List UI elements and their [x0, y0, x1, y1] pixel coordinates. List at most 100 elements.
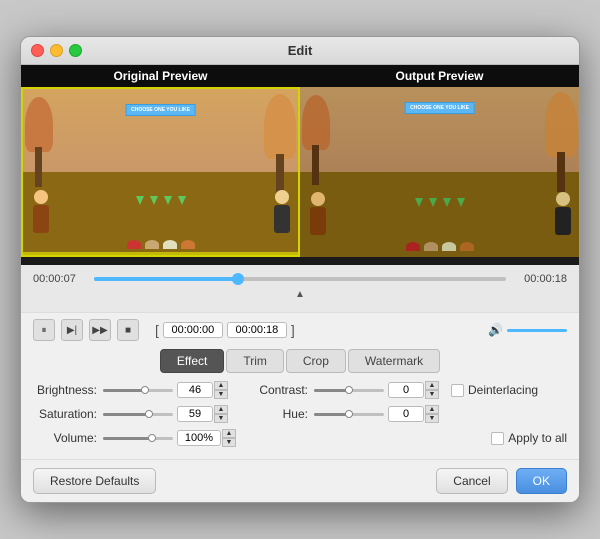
output-tree-right — [545, 92, 577, 192]
minimize-button[interactable] — [50, 44, 63, 57]
volume-up[interactable]: ▲ — [222, 429, 236, 438]
volume-row: Volume: ▲ ▼ Apply to all — [33, 429, 567, 447]
deinterlacing-label: Deinterlacing — [468, 383, 538, 397]
next-frame-button[interactable]: ▶| — [61, 319, 83, 341]
banner: CHOOSE ONE YOU LIKE — [125, 104, 196, 116]
deinterlacing-checkbox[interactable] — [451, 384, 464, 397]
output-preview-label: Output Preview — [300, 65, 579, 87]
timeline-fill — [94, 277, 238, 281]
start-time-label: 00:00:07 — [33, 273, 88, 285]
saturation-up[interactable]: ▲ — [214, 405, 228, 414]
output-scene: CHOOSE ONE YOU LIKE — [300, 87, 579, 257]
clip-start-input[interactable] — [163, 322, 223, 338]
bracket-close: ] — [291, 322, 295, 338]
saturation-label: Saturation: — [33, 407, 103, 421]
output-char-pilgrim — [555, 192, 571, 235]
tree-left — [25, 97, 53, 187]
volume-label: Volume: — [33, 431, 103, 445]
stop-button[interactable]: ■ — [117, 319, 139, 341]
contrast-stepper[interactable]: ▲ ▼ — [425, 381, 439, 399]
timeline-area: 00:00:07 00:00:18 ▲ — [21, 265, 579, 312]
clip-end-input[interactable] — [227, 322, 287, 338]
output-arrows — [415, 198, 465, 207]
brightness-value[interactable] — [177, 382, 213, 398]
arrows — [136, 196, 186, 205]
crop-indicator — [23, 252, 298, 255]
cancel-button[interactable]: Cancel — [436, 468, 507, 494]
maximize-button[interactable] — [69, 44, 82, 57]
contrast-down[interactable]: ▼ — [425, 390, 439, 399]
volume-value[interactable] — [177, 430, 221, 446]
volume-track-slider[interactable] — [103, 437, 173, 440]
saturation-value[interactable] — [177, 406, 213, 422]
bracket-open: [ — [155, 322, 159, 338]
original-preview-image: CHOOSE ONE YOU LIKE — [21, 87, 300, 257]
end-time-label: 00:00:18 — [512, 273, 567, 285]
volume-slider[interactable] — [507, 329, 567, 332]
playback-row: ⏸ ▶| ▶▶ ■ [ ] 🔊 — [33, 319, 567, 341]
brightness-down[interactable]: ▼ — [214, 390, 228, 399]
saturation-stepper[interactable]: ▲ ▼ — [214, 405, 228, 423]
hue-down[interactable]: ▼ — [425, 414, 439, 423]
triangle-marker: ▲ — [33, 289, 567, 300]
hue-slider[interactable] — [314, 413, 384, 416]
output-preview-image: CHOOSE ONE YOU LIKE — [300, 87, 579, 257]
output-char-native — [310, 192, 326, 235]
tab-watermark[interactable]: Watermark — [348, 349, 440, 373]
volume-icon: 🔊 — [488, 323, 503, 337]
time-display: [ ] — [155, 322, 295, 338]
contrast-label: Contrast: — [244, 383, 314, 397]
window-title: Edit — [288, 43, 313, 58]
original-preview-panel: Original Preview CHOOSE — [21, 65, 300, 265]
output-preview-panel: Output Preview CHOOSE ONE YOU LIKE — [300, 65, 579, 265]
original-scene: CHOOSE ONE YOU LIKE — [23, 89, 298, 255]
ok-button[interactable]: OK — [516, 468, 567, 494]
char-pilgrim — [274, 190, 290, 233]
contrast-value[interactable] — [388, 382, 424, 398]
contrast-slider[interactable] — [314, 389, 384, 392]
brightness-up[interactable]: ▲ — [214, 381, 228, 390]
tab-crop[interactable]: Crop — [286, 349, 346, 373]
hue-label: Hue: — [244, 407, 314, 421]
hue-value[interactable] — [388, 406, 424, 422]
controls-area: ⏸ ▶| ▶▶ ■ [ ] 🔊 Effect Trim Crop Waterma… — [21, 312, 579, 459]
edit-window: Edit Original Preview — [20, 36, 580, 503]
bottom-bar: Restore Defaults Cancel OK — [21, 459, 579, 502]
hue-stepper[interactable]: ▲ ▼ — [425, 405, 439, 423]
saturation-slider[interactable] — [103, 413, 173, 416]
window-controls — [31, 44, 82, 57]
timeline-thumb[interactable] — [232, 273, 244, 285]
volume-area: 🔊 — [488, 323, 567, 337]
brightness-label: Brightness: — [33, 383, 103, 397]
output-banner: CHOOSE ONE YOU LIKE — [404, 102, 475, 114]
hue-up[interactable]: ▲ — [425, 405, 439, 414]
volume-stepper[interactable]: ▲ ▼ — [222, 429, 236, 447]
contrast-up[interactable]: ▲ — [425, 381, 439, 390]
tab-trim[interactable]: Trim — [226, 349, 284, 373]
saturation-down[interactable]: ▼ — [214, 414, 228, 423]
fast-forward-button[interactable]: ▶▶ — [89, 319, 111, 341]
close-button[interactable] — [31, 44, 44, 57]
apply-to-all-checkbox[interactable] — [491, 432, 504, 445]
output-tree-left — [302, 95, 330, 185]
original-preview-label: Original Preview — [21, 65, 300, 87]
tab-effect[interactable]: Effect — [160, 349, 224, 373]
timeline-bar[interactable]: 00:00:07 00:00:18 — [33, 273, 567, 285]
tree-right — [264, 94, 296, 194]
brightness-row: Brightness: ▲ ▼ Contrast: ▲ ▼ Deinterlac… — [33, 381, 567, 399]
apply-to-all-label: Apply to all — [508, 431, 567, 445]
brightness-stepper[interactable]: ▲ ▼ — [214, 381, 228, 399]
tabs-row: Effect Trim Crop Watermark — [33, 349, 567, 373]
preview-area: Original Preview CHOOSE — [21, 65, 579, 265]
restore-defaults-button[interactable]: Restore Defaults — [33, 468, 156, 494]
pause-button[interactable]: ⏸ — [33, 319, 55, 341]
brightness-slider[interactable] — [103, 389, 173, 392]
action-buttons: Cancel OK — [436, 468, 567, 494]
timeline-track[interactable] — [94, 277, 506, 281]
char-native — [33, 190, 49, 233]
volume-down[interactable]: ▼ — [222, 438, 236, 447]
output-food-items — [406, 242, 474, 251]
saturation-row: Saturation: ▲ ▼ Hue: ▲ ▼ — [33, 405, 567, 423]
title-bar: Edit — [21, 37, 579, 65]
food-items — [127, 240, 195, 249]
